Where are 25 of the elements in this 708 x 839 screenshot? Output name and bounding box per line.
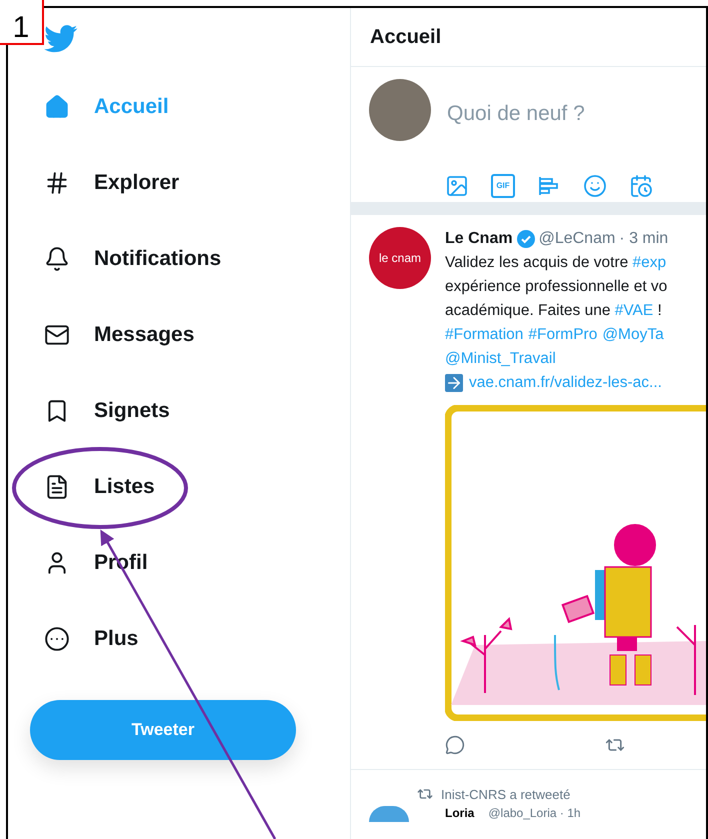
account-logo[interactable]: le cnam	[369, 227, 431, 289]
nav-item[interactable]: Notifications	[8, 221, 232, 297]
retweet-notice: Inist-CNRS a retweeté	[441, 786, 570, 802]
bell-icon	[44, 246, 70, 272]
account-handle: @labo_Loria · 1h	[488, 806, 581, 820]
nav-item[interactable]: Explorer	[8, 145, 190, 221]
home-icon	[44, 94, 70, 120]
account-name[interactable]: Le Cnam	[445, 230, 513, 248]
account-handle: @LeCnam	[538, 230, 616, 248]
gardener-illustration[interactable]	[445, 405, 706, 721]
nav-item[interactable]: Listes	[8, 449, 165, 525]
more-icon	[44, 626, 70, 652]
image-icon[interactable]	[445, 174, 469, 198]
account-name[interactable]: Loria	[445, 806, 474, 820]
nav-item[interactable]: Plus	[8, 601, 148, 677]
emoji-icon[interactable]	[583, 174, 607, 198]
page-title: Accueil	[351, 8, 706, 67]
bird-logo-icon[interactable]	[44, 24, 78, 52]
step-number: 1	[0, 0, 44, 45]
nav-item[interactable]: Messages	[8, 297, 204, 373]
calendar-clock-icon[interactable]	[629, 174, 653, 198]
nav-item[interactable]: Signets	[8, 373, 180, 449]
avatar-placeholder	[369, 806, 409, 822]
tweet-time: · 3 min	[619, 230, 668, 248]
reply-icon[interactable]	[445, 735, 465, 755]
